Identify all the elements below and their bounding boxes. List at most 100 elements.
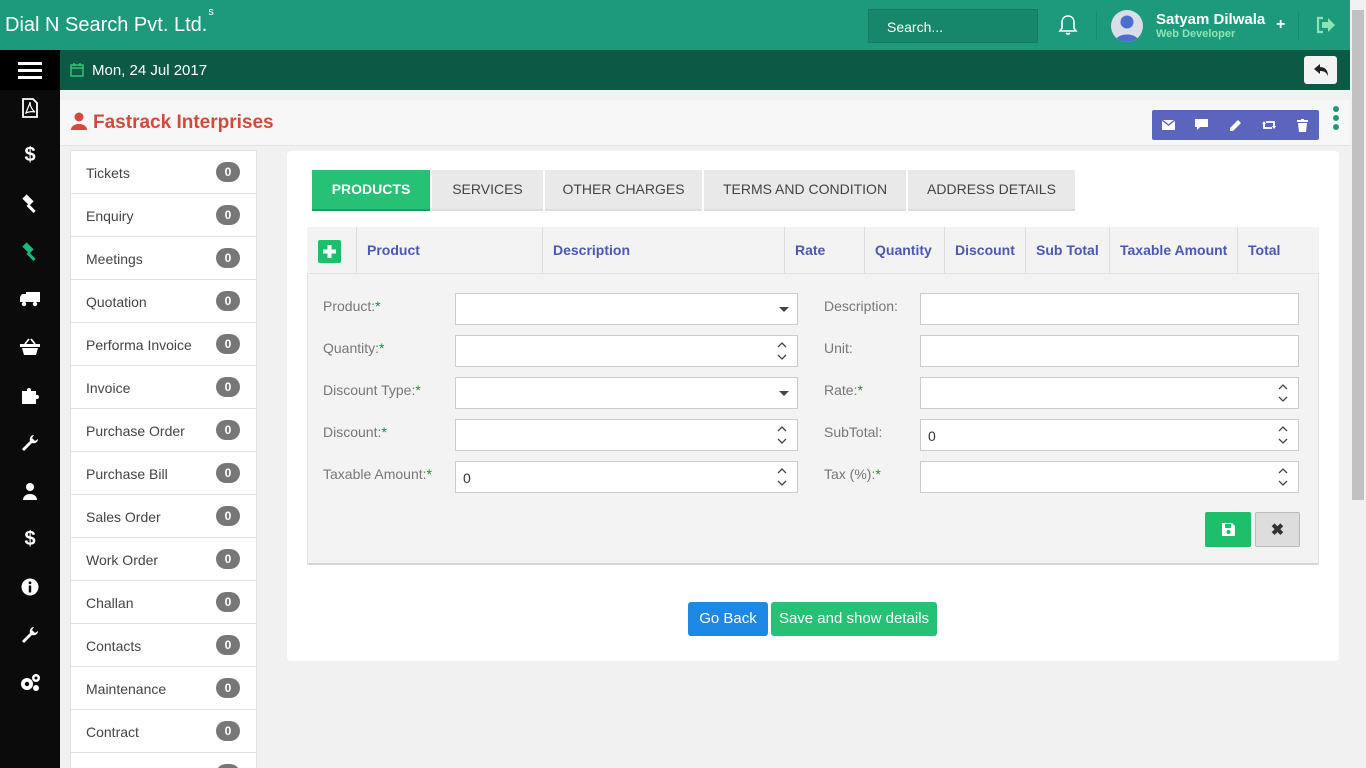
spinner-icon[interactable] (777, 424, 787, 446)
gavel-icon[interactable] (0, 179, 60, 227)
tab-terms-and-condition[interactable]: TERMS AND CONDITION (704, 170, 906, 211)
column-header-discount[interactable]: Discount (945, 227, 1026, 273)
gavel-icon-active[interactable] (0, 227, 60, 275)
dollar-icon[interactable]: $ (0, 515, 60, 563)
list-item-purchase-order[interactable]: Purchase Order 0 (71, 409, 256, 452)
spinner-icon[interactable] (1278, 466, 1288, 488)
list-item-contacts[interactable]: Contacts 0 (71, 624, 256, 667)
count-badge: 0 (216, 549, 240, 569)
list-item-maintenance[interactable]: Maintenance 0 (71, 667, 256, 710)
column-header-product[interactable]: Product (357, 227, 543, 273)
avatar[interactable] (1111, 10, 1143, 42)
taxable-amount-stepper[interactable]: 0 (455, 461, 798, 493)
list-item-challan[interactable]: Challan 0 (71, 581, 256, 624)
dollar-icon[interactable]: $ (0, 131, 60, 179)
plus-icon[interactable]: + (1276, 16, 1285, 34)
list-item-meetings[interactable]: Meetings 0 (71, 237, 256, 280)
quantity-label: Quantity:* (323, 340, 385, 356)
email-button[interactable] (1152, 110, 1185, 140)
go-back-button[interactable]: Go Back (688, 602, 768, 636)
discount-stepper[interactable] (455, 419, 798, 451)
column-header-taxable-amount[interactable]: Taxable Amount (1110, 227, 1238, 273)
count-badge (216, 764, 240, 768)
kebab-dot (1333, 124, 1339, 130)
rate-stepper[interactable] (920, 377, 1299, 409)
brand-logo[interactable]: Dial N Search Pvt. Ltd.s (5, 6, 214, 37)
search-input[interactable]: Search... (868, 9, 1038, 43)
scrollbar-thumb[interactable] (1352, 10, 1364, 500)
wrench-icon[interactable] (0, 611, 60, 659)
truck-icon[interactable] (0, 275, 60, 323)
list-item-sales-order[interactable]: Sales Order 0 (71, 495, 256, 538)
list-item-contract[interactable]: Contract 0 (71, 710, 256, 753)
save-row-button[interactable] (1205, 512, 1251, 547)
discount-type-select[interactable] (455, 377, 798, 409)
page-title: Fastrack Interprises (93, 112, 274, 133)
pdf-icon[interactable] (0, 84, 60, 132)
column-header-quantity[interactable]: Quantity (865, 227, 945, 273)
refresh-button[interactable] (1252, 110, 1285, 140)
list-item[interactable] (71, 753, 256, 768)
logout-icon[interactable] (1316, 16, 1336, 34)
count-badge: 0 (216, 291, 240, 311)
list-item-enquiry[interactable]: Enquiry 0 (71, 194, 256, 237)
tax-stepper[interactable] (920, 461, 1299, 493)
column-header-total[interactable]: Total (1238, 227, 1319, 273)
list-item-quotation[interactable]: Quotation 0 (71, 280, 256, 323)
spinner-icon[interactable] (1278, 424, 1288, 446)
reply-icon (1314, 64, 1328, 76)
add-row-button[interactable] (318, 240, 341, 263)
delete-button[interactable] (1286, 110, 1319, 140)
unit-field[interactable] (920, 335, 1299, 367)
wrench-icon[interactable] (0, 419, 60, 467)
list-item-invoice[interactable]: Invoice 0 (71, 366, 256, 409)
grid-header: Product Description Rate Quantity Discou… (307, 227, 1319, 274)
list-item-tickets[interactable]: Tickets 0 (71, 151, 256, 194)
comment-button[interactable] (1185, 110, 1218, 140)
column-header-sub-total[interactable]: Sub Total (1026, 227, 1110, 273)
list-item-label: Performa Invoice (86, 337, 192, 353)
spinner-icon[interactable] (777, 340, 787, 362)
more-options-icon[interactable] (1333, 106, 1339, 132)
kebab-dot (1333, 115, 1339, 121)
list-item-performa-invoice[interactable]: Performa Invoice 0 (71, 323, 256, 366)
basket-icon[interactable] (0, 323, 60, 371)
retweet-icon (1261, 121, 1276, 129)
tab-services[interactable]: SERVICES (432, 170, 543, 211)
pencil-icon (1230, 119, 1241, 131)
calendar-icon (70, 63, 84, 77)
save-and-show-details-button[interactable]: Save and show details (771, 602, 937, 636)
count-badge: 0 (216, 635, 240, 655)
list-item-label: Purchase Bill (86, 466, 168, 482)
gears-icon[interactable] (0, 659, 60, 707)
list-item-purchase-bill[interactable]: Purchase Bill 0 (71, 452, 256, 495)
cancel-row-button[interactable]: ✖ (1255, 512, 1300, 547)
list-item-work-order[interactable]: Work Order 0 (71, 538, 256, 581)
puzzle-icon[interactable] (0, 371, 60, 419)
quantity-stepper[interactable] (455, 335, 798, 367)
bell-icon[interactable] (1058, 14, 1078, 36)
tab-products[interactable]: PRODUCTS (312, 170, 430, 211)
back-button[interactable] (1304, 56, 1337, 84)
column-header-rate[interactable]: Rate (785, 227, 865, 273)
list-item-label: Purchase Order (86, 423, 185, 439)
brand-superscript: s (208, 6, 214, 19)
description-field[interactable] (920, 293, 1299, 325)
subtotal-stepper[interactable]: 0 (920, 419, 1299, 451)
taxable-amount-value: 0 (463, 470, 471, 486)
count-badge: 0 (216, 334, 240, 354)
taxable-amount-label: Taxable Amount:* (323, 466, 432, 482)
count-badge: 0 (216, 420, 240, 440)
user-icon[interactable] (0, 467, 60, 515)
header-divider (1298, 12, 1299, 40)
user-name[interactable]: Satyam Dilwala (1156, 11, 1265, 28)
spinner-icon[interactable] (777, 466, 787, 488)
info-icon[interactable] (0, 563, 60, 611)
tab-address-details[interactable]: ADDRESS DETAILS (908, 170, 1075, 211)
edit-button[interactable] (1219, 110, 1252, 140)
column-header-description[interactable]: Description (543, 227, 785, 273)
tab-other-charges[interactable]: OTHER CHARGES (545, 170, 702, 211)
product-select[interactable] (455, 293, 798, 325)
list-item-label: Invoice (86, 380, 131, 396)
spinner-icon[interactable] (1278, 382, 1288, 404)
